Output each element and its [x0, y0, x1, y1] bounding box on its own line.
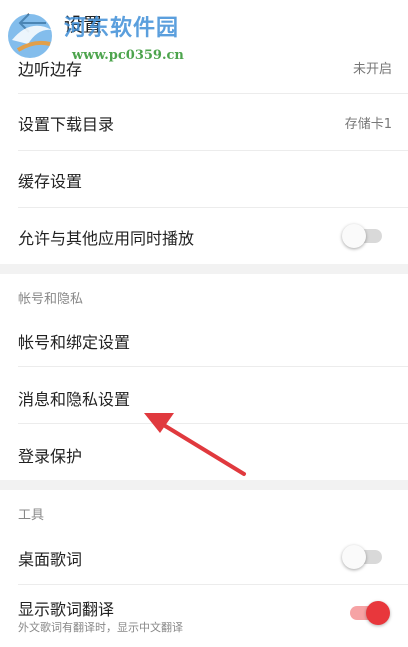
allow-concurrent-row: 允许与其他应用同时播放: [0, 208, 408, 264]
account-binding-row[interactable]: 帐号和绑定设置: [0, 314, 408, 366]
toggle-knob: [342, 224, 366, 248]
lyrics-translation-label: 显示歌词翻译: [18, 600, 115, 619]
account-section-header: 帐号和隐私: [0, 274, 408, 316]
toggle-knob: [366, 601, 390, 625]
lyrics-translation-toggle[interactable]: [350, 601, 390, 625]
login-protection-label: 登录保护: [18, 447, 83, 466]
download-dir-row[interactable]: 设置下载目录 存储卡1: [0, 94, 408, 150]
section-gap: [0, 264, 408, 274]
app-header: 设置: [0, 0, 408, 46]
section-title: 工具: [18, 508, 45, 523]
desktop-lyrics-label: 桌面歌词: [18, 550, 83, 569]
lyrics-translation-row: 显示歌词翻译 外文歌词有翻译时，显示中文翻译: [0, 585, 408, 647]
cache-settings-row[interactable]: 缓存设置: [0, 151, 408, 207]
allow-concurrent-label: 允许与其他应用同时播放: [18, 229, 195, 248]
desktop-lyrics-row: 桌面歌词: [0, 530, 408, 584]
listen-cache-label: 边听边存: [18, 60, 83, 79]
listen-cache-row[interactable]: 边听边存 未开启: [0, 46, 408, 86]
desktop-lyrics-toggle[interactable]: [342, 545, 382, 569]
download-dir-label: 设置下载目录: [18, 115, 115, 134]
section-gap: [0, 480, 408, 490]
toggle-knob: [342, 545, 366, 569]
allow-concurrent-toggle[interactable]: [342, 224, 382, 248]
login-protection-row[interactable]: 登录保护: [0, 424, 408, 480]
listen-cache-value: 未开启: [352, 62, 392, 77]
message-privacy-row[interactable]: 消息和隐私设置: [0, 367, 408, 423]
back-arrow-icon[interactable]: [14, 8, 50, 38]
download-dir-value: 存储卡1: [344, 117, 392, 132]
account-binding-label: 帐号和绑定设置: [18, 333, 131, 352]
page-title: 设置: [64, 14, 103, 36]
section-title: 帐号和隐私: [18, 292, 84, 307]
message-privacy-label: 消息和隐私设置: [18, 390, 131, 409]
lyrics-translation-sublabel: 外文歌词有翻译时，显示中文翻译: [18, 621, 183, 634]
cache-settings-label: 缓存设置: [18, 172, 83, 191]
tools-section-header: 工具: [0, 490, 408, 530]
